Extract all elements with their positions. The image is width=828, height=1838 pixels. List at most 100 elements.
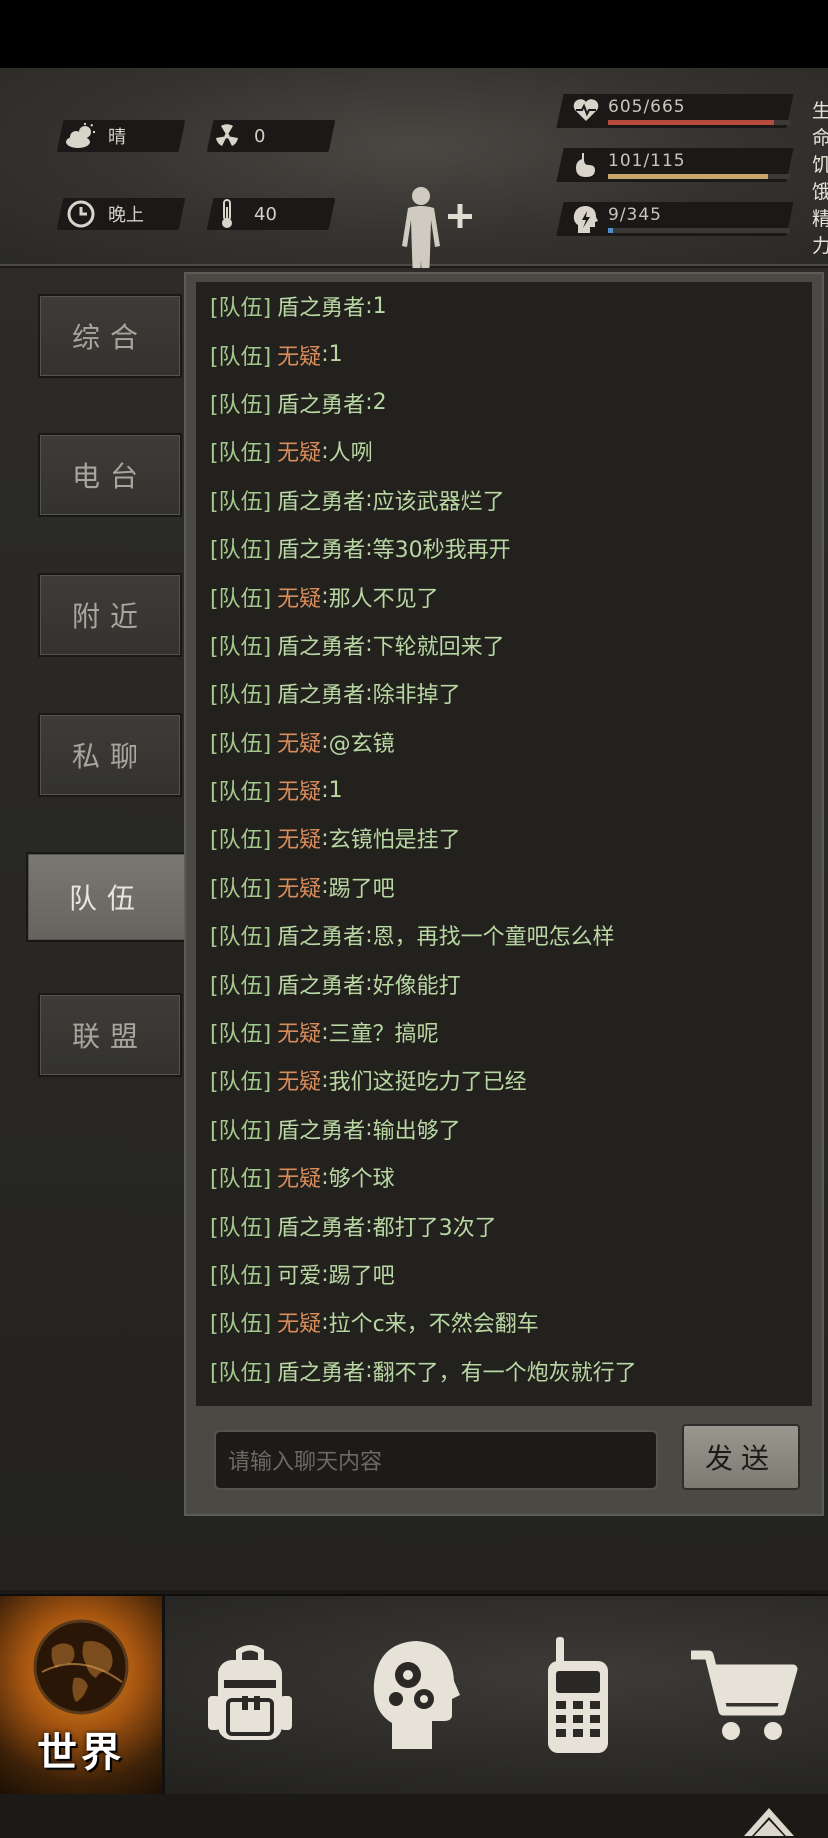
chat-message-text: 三童？搞呢 [328, 1022, 439, 1048]
chat-channel-tag: [队伍] [210, 876, 272, 902]
tab-private[interactable]: 私聊 [38, 713, 182, 797]
nav-world-label: 世界 [37, 1730, 125, 1776]
chat-sender-name[interactable]: 无疑 [277, 726, 321, 758]
chat-message-text: @玄镜 [328, 731, 395, 757]
temperature-indicator: 40 [210, 198, 277, 230]
chat-sender-name[interactable]: 盾之勇者 [277, 484, 365, 516]
health-text: 605/665 [608, 97, 686, 117]
chat-sender-name[interactable]: 无疑 [277, 435, 321, 467]
chat-separator: : [321, 1019, 329, 1045]
chat-message-text: 等30秒我再开 [372, 538, 511, 564]
chat-channel-tag: [队伍] [210, 1360, 272, 1386]
chat-sender-name[interactable]: 无疑 [277, 1016, 321, 1048]
chat-separator: : [321, 1067, 329, 1093]
chat-sender-name[interactable]: 盾之勇者 [277, 532, 365, 564]
chat-sender-name[interactable]: 无疑 [277, 774, 321, 806]
radiation-value: 0 [254, 125, 266, 147]
chat-message-text: 人咧 [328, 441, 373, 467]
chat-sender-name[interactable]: 盾之勇者 [277, 968, 365, 1000]
time-indicator: 晚上 [64, 198, 144, 230]
chat-channel-tag: [队伍] [210, 1312, 272, 1338]
system-status-bar [0, 0, 828, 68]
chat-sender-name[interactable]: 可爱 [277, 1258, 321, 1290]
thermometer-icon [210, 199, 244, 229]
tab-radio[interactable]: 电台 [38, 433, 182, 517]
collapse-up-icon[interactable] [742, 1802, 796, 1838]
status-panel: 晴 0 晚上 40 605/665 生命 101/115 饥饿 9/345 精力 [0, 68, 828, 304]
chat-sender-name[interactable]: 盾之勇者 [277, 1210, 365, 1242]
chat-channel-tag: [队伍] [210, 1264, 272, 1289]
tab-alliance[interactable]: 联盟 [38, 993, 182, 1077]
chat-channel-tag: [队伍] [210, 392, 272, 418]
chat-message: [队伍] 盾之勇者: 输出够了 [196, 1105, 812, 1153]
chat-sender-name[interactable]: 无疑 [277, 581, 321, 613]
bottom-navigation: 世界 [0, 1594, 828, 1794]
chat-sender-name[interactable]: 盾之勇者 [277, 1355, 365, 1387]
chat-message-text: 除非掉了 [372, 683, 461, 709]
chat-sender-name[interactable]: 盾之勇者 [277, 1113, 365, 1145]
chat-separator: : [365, 1358, 373, 1384]
chat-panel: [队伍] 盾之勇者:1 [队伍] 无疑:1 [队伍] 盾之勇者:2 [队伍] 无疑: 人咧 [队伍… [184, 272, 824, 1516]
nav-radio[interactable] [498, 1596, 658, 1794]
chat-message-text: 1 [328, 777, 343, 803]
chat-separator: : [321, 729, 329, 755]
chat-sender-name[interactable]: 无疑 [277, 871, 321, 903]
tab-nearby[interactable]: 附近 [38, 573, 182, 657]
send-button[interactable]: 发送 [682, 1424, 800, 1490]
chat-message-text: 我们这挺吃力了已经 [328, 1070, 527, 1096]
chat-separator: : [321, 1309, 329, 1335]
chat-sender-name[interactable]: 盾之勇者 [277, 290, 365, 322]
tab-general[interactable]: 综合 [38, 294, 182, 378]
clock-icon [64, 200, 98, 228]
chat-message-list[interactable]: [队伍] 盾之勇者:1 [队伍] 无疑:1 [队伍] 盾之勇者:2 [队伍] 无疑: 人咧 [队伍… [196, 282, 812, 1406]
chat-sender-name[interactable]: 无疑 [277, 822, 321, 854]
chat-message-text: 够个球 [328, 1167, 395, 1193]
nav-world[interactable]: 世界 [0, 1596, 165, 1794]
walkie-talkie-icon [548, 1637, 608, 1753]
chat-sender-name[interactable]: 盾之勇者 [277, 387, 365, 419]
chat-message: [队伍] 无疑: @玄镜 [196, 718, 812, 766]
chat-sender-name[interactable]: 盾之勇者 [277, 629, 365, 661]
chat-channel-tag: [队伍] [210, 538, 272, 564]
chat-separator: : [365, 1116, 373, 1142]
chat-channel-tag: [队伍] [210, 489, 272, 515]
chat-message: [队伍] 盾之勇者: 下轮就回来了 [196, 621, 812, 669]
radiation-indicator: 0 [210, 120, 265, 152]
nav-backpack[interactable] [170, 1596, 330, 1794]
tab-team[interactable]: 队伍 [26, 852, 188, 942]
chat-separator: : [365, 971, 373, 997]
weather-value: 晴 [108, 127, 126, 148]
chat-sender-name[interactable]: 无疑 [277, 339, 321, 371]
chat-separator: : [321, 584, 329, 610]
chat-message-text: 玄镜怕是挂了 [328, 828, 461, 854]
chat-message: [队伍] 盾之勇者: 都打了3次了 [196, 1201, 812, 1249]
chat-channel-tag: [队伍] [210, 973, 272, 999]
nav-skills[interactable] [334, 1596, 494, 1794]
chat-separator: : [321, 342, 329, 368]
brain-icon [373, 1641, 460, 1749]
chat-sender-name[interactable]: 无疑 [277, 1306, 321, 1338]
chat-separator: : [321, 1164, 329, 1190]
time-value: 晚上 [108, 205, 144, 226]
chat-sender-name[interactable]: 盾之勇者 [277, 919, 365, 951]
chat-sender-name[interactable]: 盾之勇者 [277, 677, 365, 709]
energy-label: 精力 [812, 208, 828, 257]
chat-sender-name[interactable]: 无疑 [277, 1064, 321, 1096]
chat-message-text: 拉个c来，不然会翻车 [328, 1312, 539, 1338]
chat-message: [队伍] 无疑: 那人不见了 [196, 572, 812, 620]
chat-message-text: 应该武器烂了 [372, 489, 505, 515]
chat-message-text: 好像能打 [372, 973, 461, 999]
chat-channel-tag: [队伍] [210, 731, 272, 757]
chat-message: [队伍] 盾之勇者: 等30秒我再开 [196, 524, 812, 572]
hunger-label: 饥饿 [812, 154, 828, 203]
chat-message-text: 踢了吧 [328, 1264, 395, 1289]
chat-separator: : [321, 825, 329, 851]
chat-sender-name[interactable]: 无疑 [277, 1161, 321, 1193]
energy-text: 9/345 [608, 205, 662, 225]
nav-shop[interactable] [664, 1596, 824, 1794]
chat-channel-tag: [队伍] [210, 344, 272, 370]
chat-message: [队伍] 盾之勇者:2 [196, 379, 812, 427]
chat-input[interactable]: 请输入聊天内容 [214, 1430, 658, 1490]
chat-separator: : [365, 680, 373, 706]
chat-channel-tag: [队伍] [210, 1070, 272, 1096]
